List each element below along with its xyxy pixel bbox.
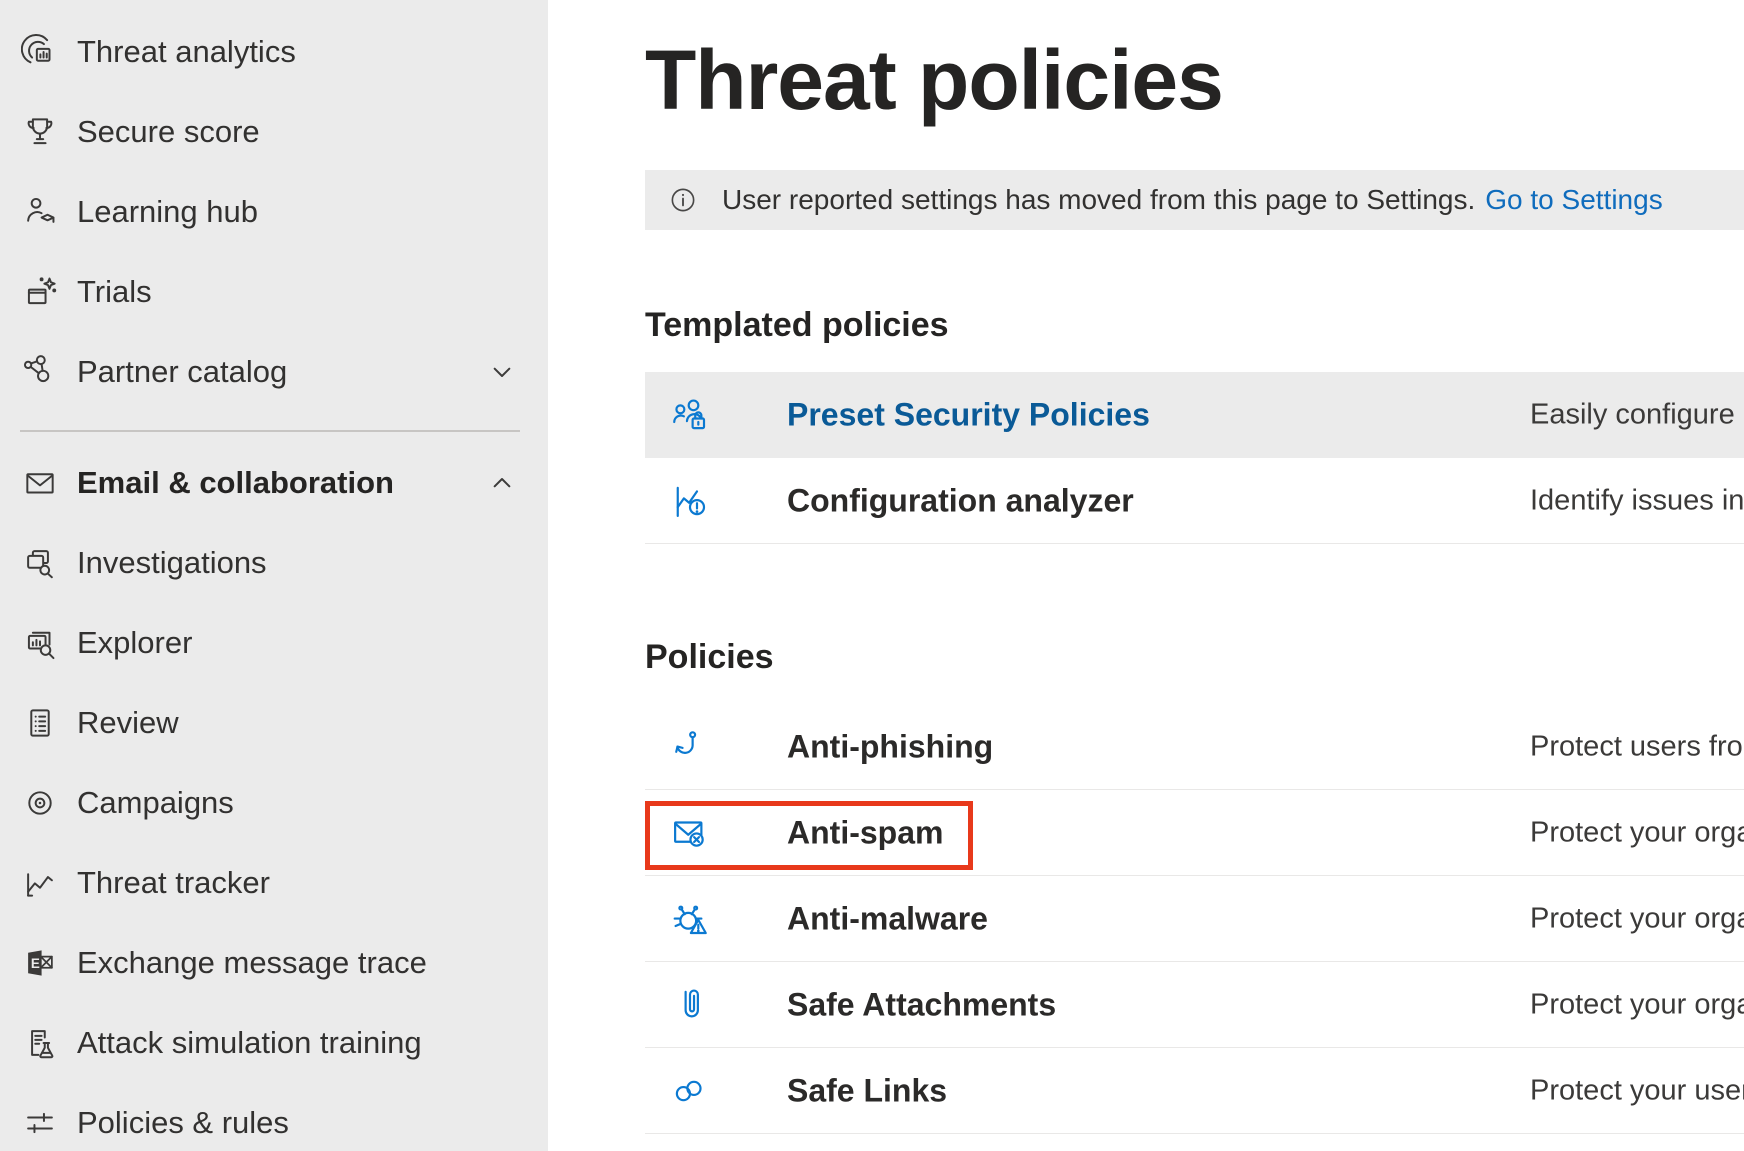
sidebar-item-threat-analytics[interactable]: Threat analytics xyxy=(0,12,548,92)
sidebar-item-label: Explorer xyxy=(77,625,192,661)
partner-catalog-icon xyxy=(21,353,59,391)
envelope-icon xyxy=(21,464,59,502)
trophy-icon xyxy=(21,113,59,151)
policy-row-description: Protect your users fr xyxy=(1530,1074,1744,1107)
sidebar-item-campaigns[interactable]: Campaigns xyxy=(0,763,548,843)
policy-row-configuration-analyzer[interactable]: Configuration analyzer Identify issues i… xyxy=(645,458,1744,544)
policy-row-safe-links[interactable]: Safe Links Protect your users fr xyxy=(645,1048,1744,1134)
learning-hub-icon xyxy=(21,193,59,231)
sidebar-item-label: Trials xyxy=(77,274,152,310)
policy-row-description: Protect your organiz xyxy=(1530,902,1744,935)
anti-phishing-icon xyxy=(669,726,711,768)
policy-row-anti-phishing[interactable]: Anti-phishing Protect users from p xyxy=(645,704,1744,790)
sliders-icon xyxy=(21,1104,59,1142)
sidebar-item-attack-simulation-training[interactable]: Attack simulation training xyxy=(0,1003,548,1083)
sidebar-item-partner-catalog[interactable]: Partner catalog xyxy=(0,332,548,412)
explorer-icon xyxy=(21,624,59,662)
sidebar-item-label: Email & collaboration xyxy=(77,465,394,501)
policy-row-description: Easily configure prot xyxy=(1530,399,1744,432)
sidebar-item-policies-rules[interactable]: Policies & rules xyxy=(0,1083,548,1151)
sidebar: Threat analytics Secure score Learning h… xyxy=(0,0,548,1151)
sidebar-item-explorer[interactable]: Explorer xyxy=(0,603,548,683)
chevron-down-icon[interactable] xyxy=(486,356,518,388)
policy-row-description: Identify issues in you xyxy=(1530,484,1744,517)
banner-message-text: User reported settings has moved from th… xyxy=(722,184,1475,215)
review-icon xyxy=(21,704,59,742)
anti-malware-icon xyxy=(669,898,711,940)
attack-simulation-icon xyxy=(21,1024,59,1062)
info-icon xyxy=(666,183,700,217)
paperclip-icon xyxy=(669,984,711,1026)
svg-text:E: E xyxy=(31,956,40,971)
sidebar-item-learning-hub[interactable]: Learning hub xyxy=(0,172,548,252)
sidebar-item-trials[interactable]: Trials xyxy=(0,252,548,332)
sidebar-item-label: Attack simulation training xyxy=(77,1025,422,1061)
configuration-analyzer-icon xyxy=(669,480,711,522)
sidebar-item-label: Exchange message trace xyxy=(77,945,427,981)
sidebar-item-label: Investigations xyxy=(77,545,267,581)
policy-row-safe-attachments[interactable]: Safe Attachments Protect your organiz xyxy=(645,962,1744,1048)
anti-spam-icon xyxy=(669,812,711,854)
trials-icon xyxy=(21,273,59,311)
sidebar-item-threat-tracker[interactable]: Threat tracker xyxy=(0,843,548,923)
banner-message: User reported settings has moved from th… xyxy=(722,170,1663,230)
policy-row-description: Protect your organiz xyxy=(1530,988,1744,1021)
sidebar-item-secure-score[interactable]: Secure score xyxy=(0,92,548,172)
policy-row-label[interactable]: Anti-phishing xyxy=(787,728,993,765)
sidebar-item-label: Campaigns xyxy=(77,785,234,821)
sidebar-item-label: Learning hub xyxy=(77,194,258,230)
campaigns-icon xyxy=(21,784,59,822)
sidebar-item-label: Policies & rules xyxy=(77,1105,289,1141)
preset-security-icon xyxy=(669,394,711,436)
policy-row-label[interactable]: Safe Links xyxy=(787,1072,947,1109)
go-to-settings-link[interactable]: Go to Settings xyxy=(1485,184,1662,215)
threat-policies-page: Threat analytics Secure score Learning h… xyxy=(0,0,1744,1151)
sidebar-item-investigations[interactable]: Investigations xyxy=(0,523,548,603)
policy-row-description: Protect users from p xyxy=(1530,730,1744,763)
exchange-icon: E xyxy=(21,944,59,982)
sidebar-item-label: Threat analytics xyxy=(77,34,296,70)
sidebar-item-label: Threat tracker xyxy=(77,865,270,901)
policy-row-label[interactable]: Anti-spam xyxy=(787,814,943,851)
policy-row-label[interactable]: Anti-malware xyxy=(787,900,988,937)
section-heading-templated-policies: Templated policies xyxy=(645,306,949,345)
chevron-up-icon[interactable] xyxy=(486,467,518,499)
policy-row-anti-spam[interactable]: Anti-spam Protect your organiz xyxy=(645,790,1744,876)
sidebar-item-label: Secure score xyxy=(77,114,260,150)
policy-row-preset-security-policies[interactable]: Preset Security Policies Easily configur… xyxy=(645,372,1744,458)
investigations-icon xyxy=(21,544,59,582)
threat-tracker-icon xyxy=(21,864,59,902)
safe-links-icon xyxy=(669,1070,711,1112)
policy-row-label[interactable]: Preset Security Policies xyxy=(787,397,1150,434)
info-banner: User reported settings has moved from th… xyxy=(645,170,1744,230)
policy-row-label[interactable]: Safe Attachments xyxy=(787,986,1056,1023)
policy-row-description: Protect your organiz xyxy=(1530,816,1744,849)
section-heading-policies: Policies xyxy=(645,638,774,677)
sidebar-item-label: Partner catalog xyxy=(77,354,287,390)
sidebar-item-exchange-message-trace[interactable]: E Exchange message trace xyxy=(0,923,548,1003)
sidebar-divider xyxy=(20,430,520,432)
threat-analytics-icon xyxy=(21,33,59,71)
sidebar-item-review[interactable]: Review xyxy=(0,683,548,763)
policy-row-anti-malware[interactable]: Anti-malware Protect your organiz xyxy=(645,876,1744,962)
page-title: Threat policies xyxy=(645,34,1223,126)
sidebar-item-label: Review xyxy=(77,705,179,741)
sidebar-item-email-collaboration[interactable]: Email & collaboration xyxy=(0,443,548,523)
policy-row-label[interactable]: Configuration analyzer xyxy=(787,482,1134,519)
